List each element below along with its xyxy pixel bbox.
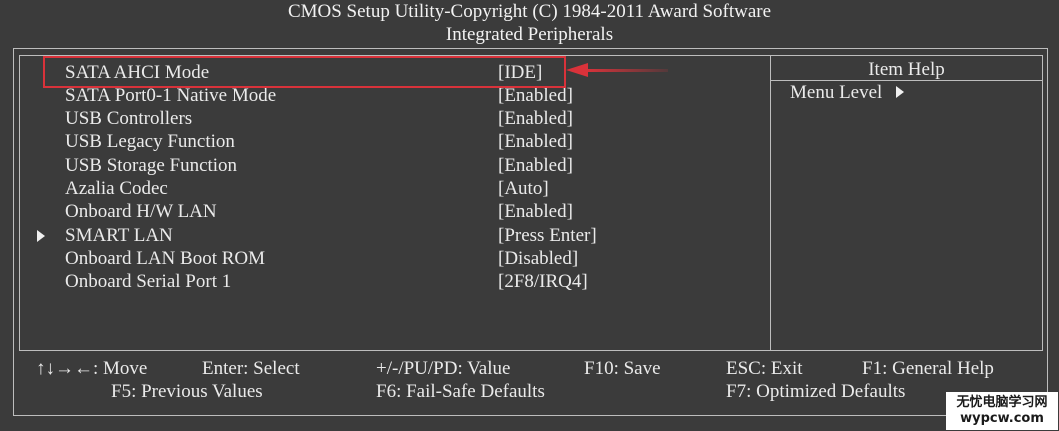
save-key-hint: F10: Save <box>584 358 661 379</box>
optimized-defaults-key-hint: F7: Optimized Defaults <box>726 381 906 402</box>
triangle-right-icon <box>896 85 905 98</box>
setting-label: Onboard Serial Port 1 <box>65 271 232 292</box>
help-divider <box>770 55 771 351</box>
setting-value[interactable]: [Disabled] <box>498 247 578 270</box>
menu-level-label: Menu Level <box>790 82 883 103</box>
submenu-arrow-icon <box>37 230 45 242</box>
previous-values-key-hint: F5: Previous Values <box>111 381 263 402</box>
annotation-arrow-line <box>586 69 668 72</box>
value-key-hint: +/-/PU/PD: Value <box>376 358 511 379</box>
item-help-title: Item Help <box>868 59 945 80</box>
setting-row-onboard-lan-boot-rom[interactable]: Onboard LAN Boot ROM [Disabled] <box>0 247 770 270</box>
setting-value[interactable]: [Enabled] <box>498 130 573 153</box>
exit-key-hint: ESC: Exit <box>726 358 803 379</box>
failsafe-defaults-key-hint: F6: Fail-Safe Defaults <box>376 381 545 402</box>
page-title: Integrated Peripherals <box>445 24 614 45</box>
setting-row-usb-legacy-function[interactable]: USB Legacy Function [Enabled] <box>0 130 770 153</box>
move-key-hint: ↑↓→←: Move <box>36 358 148 379</box>
setting-label: Onboard LAN Boot ROM <box>65 248 266 269</box>
setting-value[interactable]: [Auto] <box>498 177 549 200</box>
footer-divider <box>19 350 1043 351</box>
setting-label: USB Controllers <box>65 108 193 129</box>
arrow-keys-icon: ↑↓→← <box>36 358 93 379</box>
menu-level: Menu Level <box>790 82 905 104</box>
setting-row-smart-lan[interactable]: SMART LAN [Press Enter] <box>0 224 770 247</box>
setting-value[interactable]: [Enabled] <box>498 107 573 130</box>
setting-row-onboard-hw-lan[interactable]: Onboard H/W LAN [Enabled] <box>0 200 770 223</box>
watermark-url: wypcw.com <box>960 411 1044 426</box>
annotation-arrow-icon <box>566 63 588 77</box>
setting-label: USB Legacy Function <box>65 131 235 152</box>
setting-row-usb-controllers[interactable]: USB Controllers [Enabled] <box>0 107 770 130</box>
setting-row-usb-storage-function[interactable]: USB Storage Function [Enabled] <box>0 154 770 177</box>
setting-label: Azalia Codec <box>65 178 168 199</box>
setting-row-onboard-serial-port-1[interactable]: Onboard Serial Port 1 [2F8/IRQ4] <box>0 270 770 293</box>
help-key-hint: F1: General Help <box>862 358 994 379</box>
bios-screen: CMOS Setup Utility-Copyright (C) 1984-20… <box>0 0 1059 431</box>
setting-value[interactable]: [Enabled] <box>498 200 573 223</box>
selection-highlight-box <box>43 56 566 88</box>
enter-key-hint: Enter: Select <box>202 358 300 379</box>
watermark: 无忧电脑学习网 wypcw.com <box>946 392 1058 430</box>
setting-value[interactable]: [Press Enter] <box>498 224 597 247</box>
watermark-text: 无忧电脑学习网 <box>956 395 1048 410</box>
setting-value[interactable]: [2F8/IRQ4] <box>498 270 588 293</box>
setting-value[interactable]: [Enabled] <box>498 154 573 177</box>
setting-label: Onboard H/W LAN <box>65 201 217 222</box>
setting-label: SMART LAN <box>65 225 173 246</box>
setting-row-azalia-codec[interactable]: Azalia Codec [Auto] <box>0 177 770 200</box>
setting-label: USB Storage Function <box>65 155 238 176</box>
utility-title: CMOS Setup Utility-Copyright (C) 1984-20… <box>287 1 772 22</box>
